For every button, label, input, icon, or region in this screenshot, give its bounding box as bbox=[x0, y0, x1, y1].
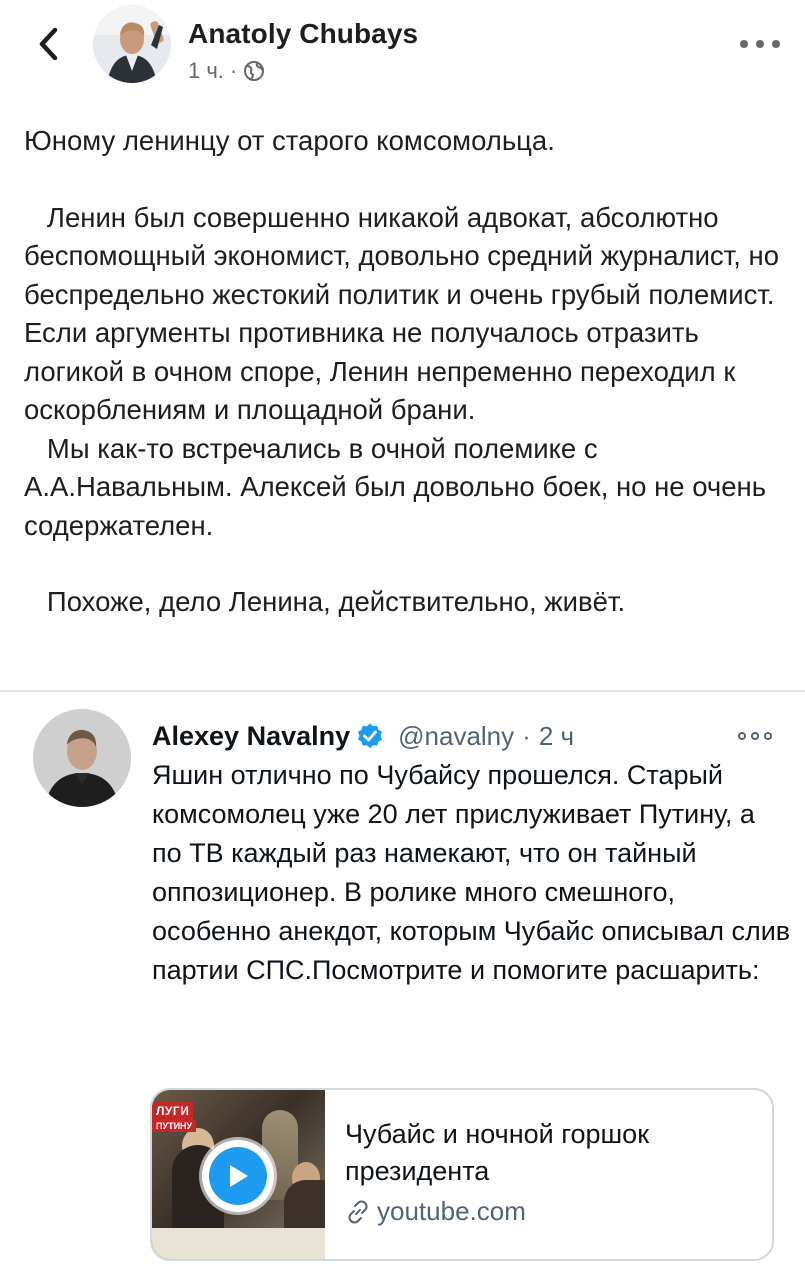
thumbnail-tag: ПУТИНУ bbox=[152, 1120, 197, 1132]
back-button[interactable] bbox=[28, 22, 68, 66]
tweet-more-button[interactable] bbox=[738, 730, 772, 742]
play-button[interactable] bbox=[202, 1140, 274, 1212]
link-icon bbox=[348, 1200, 368, 1223]
author-avatar[interactable] bbox=[93, 5, 171, 83]
play-icon bbox=[230, 1165, 248, 1187]
more-options-button[interactable] bbox=[740, 34, 780, 54]
tweet-author-photo bbox=[33, 709, 131, 807]
more-dot bbox=[740, 40, 748, 48]
post-paragraph: Мы как-то встречались в очной полемике с… bbox=[24, 432, 774, 541]
tweet-time[interactable]: 2 ч bbox=[539, 721, 574, 752]
verified-badge-icon bbox=[358, 723, 383, 748]
tweet-handle[interactable]: @navalny bbox=[398, 721, 514, 752]
tweet-header: Alexey Navalny @navalny · 2 ч bbox=[152, 718, 574, 754]
post-paragraph: Похоже, дело Ленина, действительно, живё… bbox=[24, 586, 626, 617]
tweet-author-name[interactable]: Alexey Navalny bbox=[152, 721, 350, 752]
author-name[interactable]: Anatoly Chubays bbox=[188, 18, 418, 50]
meta-separator: · bbox=[229, 58, 238, 83]
more-dot bbox=[738, 732, 746, 740]
card-domain-text: youtube.com bbox=[377, 1196, 526, 1226]
thumbnail-tag: ЛУГИ bbox=[152, 1102, 194, 1120]
post-header: Anatoly Chubays 1 ч. · bbox=[0, 0, 805, 95]
more-dot bbox=[772, 40, 780, 48]
post-paragraph: Ленин был совершенно никакой адвокат, аб… bbox=[24, 201, 787, 426]
video-thumbnail[interactable]: ЛУГИ ПУТИНУ bbox=[152, 1090, 325, 1259]
more-dot bbox=[756, 40, 764, 48]
tweet-separator: · bbox=[522, 720, 531, 751]
post-meta: 1 ч. · bbox=[188, 58, 265, 84]
post-time[interactable]: 1 ч. bbox=[188, 58, 224, 84]
tweet-author-avatar[interactable] bbox=[33, 709, 131, 807]
chevron-left-icon bbox=[39, 27, 58, 61]
globe-icon bbox=[244, 61, 265, 81]
embedded-tweet[interactable]: Alexey Navalny @navalny · 2 ч Яшин отлич… bbox=[0, 692, 805, 1280]
tweet-text: Яшин отлично по Чубайсу прошелся. Старый… bbox=[152, 760, 791, 985]
author-photo bbox=[93, 5, 171, 83]
link-preview-card[interactable]: ЛУГИ ПУТИНУ Чубайс и ночной горшок прези… bbox=[150, 1088, 774, 1261]
card-domain: youtube.com bbox=[345, 1196, 526, 1227]
post-paragraph: Юному ленинцу от старого комсомольца. bbox=[24, 125, 555, 156]
more-dot bbox=[764, 732, 772, 740]
more-dot bbox=[751, 732, 759, 740]
card-title: Чубайс и ночной горшок президента bbox=[345, 1119, 650, 1186]
post-body: Юному ленинцу от старого комсомольца. Ле… bbox=[24, 122, 794, 622]
